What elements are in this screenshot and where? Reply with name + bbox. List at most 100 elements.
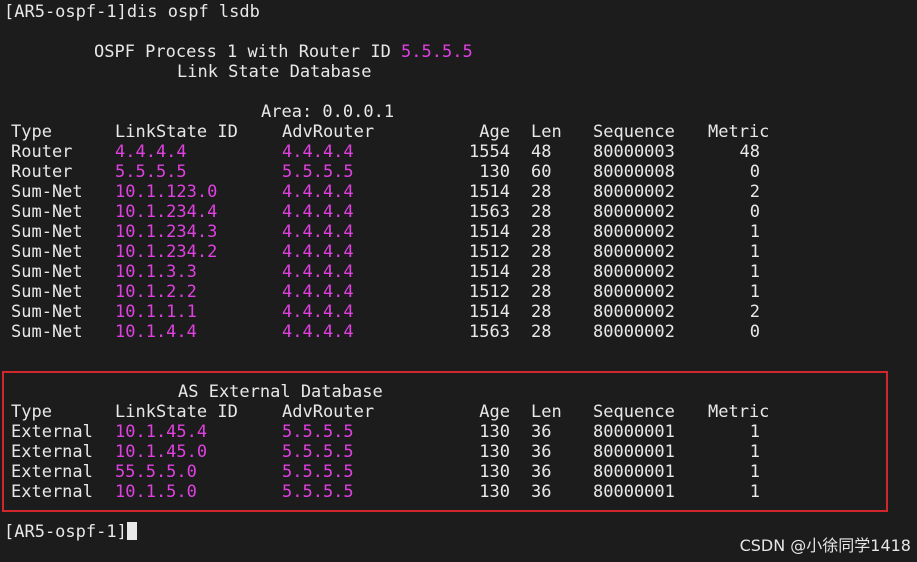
- cell-type: Sum-Net: [11, 322, 83, 342]
- cell-len: 36: [531, 482, 552, 502]
- cell-metric: 2: [749, 182, 760, 202]
- router-id: 5.5.5.5: [401, 42, 473, 62]
- cell-type: External: [11, 482, 93, 502]
- cell-age: 1512: [469, 282, 510, 302]
- cell-type: External: [11, 422, 93, 442]
- col-type: Type: [11, 122, 52, 142]
- cell-adv-router: 4.4.4.4: [282, 242, 354, 262]
- cell-age: 1514: [469, 182, 510, 202]
- cell-linkstate-id: 10.1.45.0: [115, 442, 208, 462]
- cell-metric: 0: [749, 322, 760, 342]
- cell-age: 1563: [469, 202, 510, 222]
- cell-age: 1512: [469, 242, 510, 262]
- cell-type: Sum-Net: [11, 242, 83, 262]
- cell-adv-router: 4.4.4.4: [282, 222, 354, 242]
- cell-age: 1514: [469, 302, 510, 322]
- prompt-line[interactable]: [AR5-ospf-1]: [4, 522, 137, 542]
- col-metric: Metric: [708, 122, 770, 142]
- cell-adv-router: 4.4.4.4: [282, 202, 354, 222]
- cell-adv-router: 5.5.5.5: [282, 442, 354, 462]
- cell-len: 36: [531, 442, 552, 462]
- cell-sequence: 80000002: [593, 302, 675, 322]
- cell-adv-router: 5.5.5.5: [282, 162, 354, 182]
- cell-metric: 2: [749, 302, 760, 322]
- cell-sequence: 80000001: [593, 442, 675, 462]
- cell-sequence: 80000002: [593, 322, 675, 342]
- cell-adv-router: 4.4.4.4: [282, 282, 354, 302]
- cell-type: Router: [11, 162, 73, 182]
- ext-col-type: Type: [11, 402, 52, 422]
- cell-age: 130: [479, 462, 510, 482]
- cell-metric: 1: [749, 442, 760, 462]
- cell-len: 28: [531, 282, 552, 302]
- cell-linkstate-id: 4.4.4.4: [115, 142, 187, 162]
- cell-adv-router: 5.5.5.5: [282, 482, 354, 502]
- external-db-title: AS External Database: [178, 382, 383, 402]
- cell-adv-router: 5.5.5.5: [282, 462, 354, 482]
- cell-sequence: 80000002: [593, 222, 675, 242]
- cell-type: Router: [11, 142, 73, 162]
- cell-sequence: 80000002: [593, 182, 675, 202]
- cell-adv-router: 5.5.5.5: [282, 422, 354, 442]
- ext-col-age: Age: [479, 402, 510, 422]
- cell-metric: 1: [749, 262, 760, 282]
- cell-adv-router: 4.4.4.4: [282, 262, 354, 282]
- text-cursor: [126, 522, 137, 540]
- cell-metric: 1: [749, 282, 760, 302]
- cell-age: 130: [479, 482, 510, 502]
- cell-linkstate-id: 10.1.1.1: [115, 302, 197, 322]
- col-age: Age: [479, 122, 510, 142]
- cell-len: 28: [531, 262, 552, 282]
- cell-len: 28: [531, 242, 552, 262]
- cell-type: Sum-Net: [11, 262, 83, 282]
- cell-len: 36: [531, 462, 552, 482]
- cell-sequence: 80000003: [593, 142, 675, 162]
- cell-metric: 1: [749, 482, 760, 502]
- area-label: Area: 0.0.0.1: [261, 102, 395, 122]
- ext-col-adv-router: AdvRouter: [282, 402, 375, 422]
- cell-age: 130: [479, 442, 510, 462]
- cell-type: Sum-Net: [11, 302, 83, 322]
- cell-len: 28: [531, 202, 552, 222]
- prompt-text: [AR5-ospf-1]: [4, 522, 127, 542]
- cell-linkstate-id: 10.1.234.4: [115, 202, 218, 222]
- cell-len: 60: [531, 162, 552, 182]
- cell-age: 1563: [469, 322, 510, 342]
- cell-type: Sum-Net: [11, 202, 83, 222]
- cell-metric: 0: [749, 202, 760, 222]
- cell-age: 130: [479, 422, 510, 442]
- col-linkstate-id: LinkState ID: [115, 122, 238, 142]
- col-len: Len: [531, 122, 562, 142]
- cell-linkstate-id: 10.1.234.3: [115, 222, 218, 242]
- cell-len: 28: [531, 322, 552, 342]
- cell-metric: 48: [739, 142, 760, 162]
- cell-metric: 1: [749, 242, 760, 262]
- cell-type: Sum-Net: [11, 222, 83, 242]
- cell-len: 48: [531, 142, 552, 162]
- cell-adv-router: 4.4.4.4: [282, 182, 354, 202]
- cell-age: 1514: [469, 222, 510, 242]
- cell-adv-router: 4.4.4.4: [282, 142, 354, 162]
- cell-metric: 1: [749, 222, 760, 242]
- cell-metric: 0: [749, 162, 760, 182]
- cell-linkstate-id: 5.5.5.5: [115, 162, 187, 182]
- ext-col-len: Len: [531, 402, 562, 422]
- cell-linkstate-id: 10.1.2.2: [115, 282, 197, 302]
- cell-metric: 1: [749, 422, 760, 442]
- cell-linkstate-id: 10.1.123.0: [115, 182, 218, 202]
- cell-linkstate-id: 10.1.45.4: [115, 422, 208, 442]
- cell-linkstate-id: 10.1.5.0: [115, 482, 197, 502]
- cell-linkstate-id: 10.1.234.2: [115, 242, 218, 262]
- process-header: OSPF Process 1 with Router ID 5.5.5.5: [94, 42, 473, 62]
- cell-age: 130: [479, 162, 510, 182]
- cell-age: 1514: [469, 262, 510, 282]
- cell-len: 28: [531, 222, 552, 242]
- cell-sequence: 80000001: [593, 462, 675, 482]
- watermark: CSDN @小徐同学1418: [739, 536, 911, 555]
- cell-linkstate-id: 10.1.4.4: [115, 322, 197, 342]
- cell-sequence: 80000001: [593, 422, 675, 442]
- command-line: [AR5-ospf-1]dis ospf lsdb: [4, 2, 260, 22]
- col-adv-router: AdvRouter: [282, 122, 375, 142]
- cell-type: Sum-Net: [11, 182, 83, 202]
- terminal-window[interactable]: [AR5-ospf-1]dis ospf lsdb OSPF Process 1…: [0, 0, 917, 562]
